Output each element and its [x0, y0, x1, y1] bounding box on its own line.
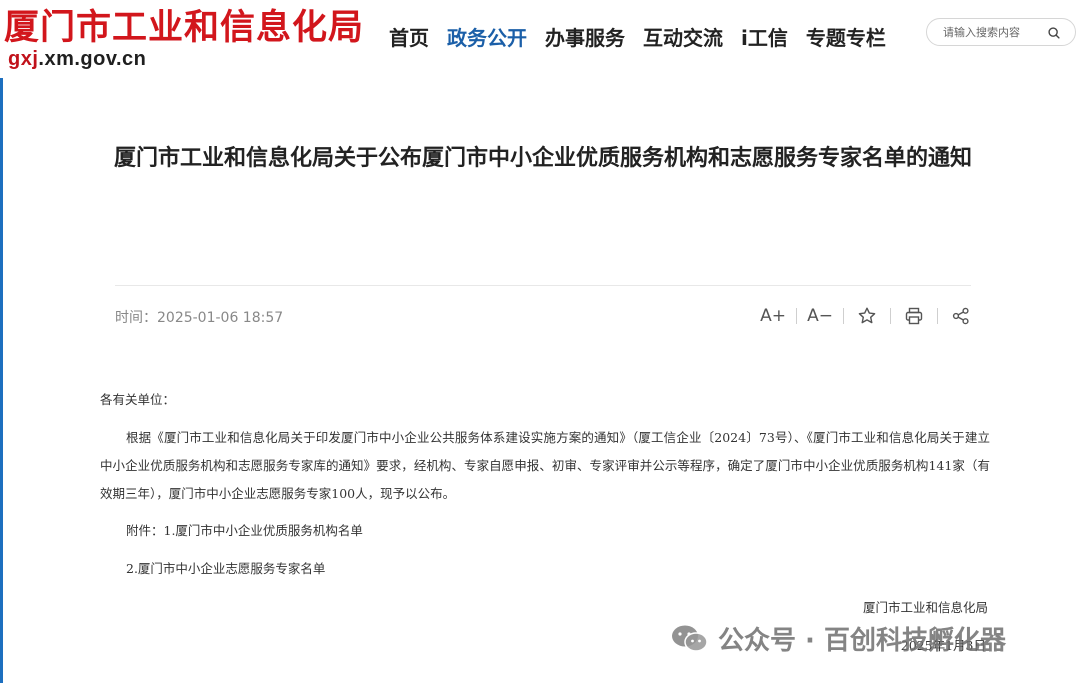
nav-item-home[interactable]: 首页: [389, 24, 429, 52]
signature-organization: 厦门市工业和信息化局: [862, 600, 988, 615]
article-tools: A+ A−: [760, 305, 972, 327]
site-domain-rest: .xm.gov.cn: [38, 48, 147, 70]
wechat-watermark: 公众号 · 百创科技孵化器: [670, 620, 1006, 657]
nav-item-i-gongxin[interactable]: i工信: [741, 24, 788, 52]
site-logo-title[interactable]: 厦门市工业和信息化局: [4, 6, 364, 50]
tool-divider: [890, 308, 891, 324]
main-nav: 首页 政务公开 办事服务 互动交流 i工信 专题专栏: [389, 24, 904, 52]
publish-time-value: 2025-01-06 18:57: [157, 310, 284, 326]
attachment-2-link[interactable]: 2.厦门市中小企业志愿服务专家名单: [126, 555, 1016, 583]
search-box: [926, 18, 1076, 46]
share-button[interactable]: [950, 305, 972, 327]
tool-divider: [796, 308, 797, 324]
nav-item-government-affairs[interactable]: 政务公开: [447, 24, 527, 52]
nav-item-services[interactable]: 办事服务: [545, 24, 625, 52]
share-icon: [952, 307, 969, 325]
star-icon: [858, 307, 876, 324]
salutation: 各有关单位：: [100, 392, 176, 407]
meta-divider: [115, 285, 971, 286]
left-accent-bar: [0, 78, 3, 683]
article-title: 厦门市工业和信息化局关于公布厦门市中小企业优质服务机构和志愿服务专家名单的通知: [113, 146, 972, 171]
search-icon[interactable]: [1047, 26, 1061, 40]
publish-time-label: 时间：: [115, 310, 157, 326]
tool-divider: [937, 308, 938, 324]
attachment-1-link[interactable]: 附件：1.厦门市中小企业优质服务机构名单: [126, 517, 1016, 545]
printer-icon: [905, 307, 923, 325]
nav-item-interaction[interactable]: 互动交流: [643, 24, 723, 52]
font-decrease-button[interactable]: A−: [807, 305, 833, 327]
site-domain: gxj.xm.gov.cn: [8, 48, 146, 70]
wechat-icon: [672, 625, 708, 652]
search-input[interactable]: [943, 25, 1039, 39]
print-button[interactable]: [903, 305, 925, 327]
tool-divider: [843, 308, 844, 324]
publish-time: 时间：2025-01-06 18:57: [115, 308, 283, 328]
font-increase-button[interactable]: A+: [760, 305, 786, 327]
nav-item-topics[interactable]: 专题专栏: [806, 24, 886, 52]
body-paragraph: 根据《厦门市工业和信息化局关于印发厦门市中小企业公共服务体系建设实施方案的通知》…: [100, 430, 990, 501]
watermark-text: 公众号 · 百创科技孵化器: [718, 626, 1006, 656]
favorite-button[interactable]: [856, 305, 878, 327]
site-domain-main: gxj: [8, 48, 39, 70]
